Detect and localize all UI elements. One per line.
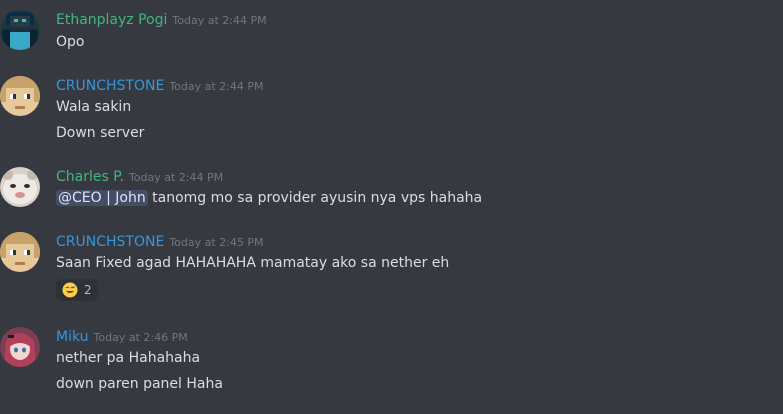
message-text: Down server xyxy=(56,125,145,141)
message-header: Miku Today at 2:46 PM xyxy=(56,327,188,347)
timestamp: Today at 2:44 PM xyxy=(169,80,264,93)
timestamp: Today at 2:45 PM xyxy=(169,236,264,249)
avatar[interactable] xyxy=(0,167,40,207)
message-header: CRUNCHSTONE Today at 2:44 PM xyxy=(56,76,264,96)
username[interactable]: Miku xyxy=(56,329,89,345)
timestamp: Today at 2:44 PM xyxy=(172,14,267,27)
grinning-sweat-emoji-icon xyxy=(62,282,78,298)
message-text: down paren panel Haha xyxy=(56,376,223,392)
avatar[interactable] xyxy=(0,327,40,367)
reaction-count: 2 xyxy=(84,283,92,297)
message-header: Ethanplayz Pogi Today at 2:44 PM xyxy=(56,10,267,30)
message-text: nether pa Hahahaha xyxy=(56,350,201,366)
message-text: Saan Fixed agad HAHAHAHA mamatay ako sa … xyxy=(56,255,450,271)
timestamp: Today at 2:46 PM xyxy=(93,331,188,344)
avatar[interactable] xyxy=(0,76,40,116)
username[interactable]: Charles P. xyxy=(56,169,124,185)
message-text: Wala sakin xyxy=(56,99,132,115)
username[interactable]: CRUNCHSTONE xyxy=(56,234,164,250)
reaction-button[interactable]: 2 xyxy=(56,279,98,301)
message-text: Opo xyxy=(56,34,85,50)
chat-message-list: Ethanplayz Pogi Today at 2:44 PM Opo CRUN… xyxy=(0,0,783,414)
username[interactable]: Ethanplayz Pogi xyxy=(56,12,167,28)
message-text-body: tanomg mo sa provider ayusin nya vps hah… xyxy=(147,190,483,206)
message-header: Charles P. Today at 2:44 PM xyxy=(56,167,223,187)
message-header: CRUNCHSTONE Today at 2:45 PM xyxy=(56,232,264,252)
username[interactable]: CRUNCHSTONE xyxy=(56,78,164,94)
timestamp: Today at 2:44 PM xyxy=(128,171,224,184)
avatar[interactable] xyxy=(0,232,40,272)
message-text: @CEO | John tanomg mo sa provider ayusin… xyxy=(56,189,482,207)
user-mention[interactable]: @CEO | John xyxy=(56,190,148,206)
avatar[interactable] xyxy=(0,10,40,50)
